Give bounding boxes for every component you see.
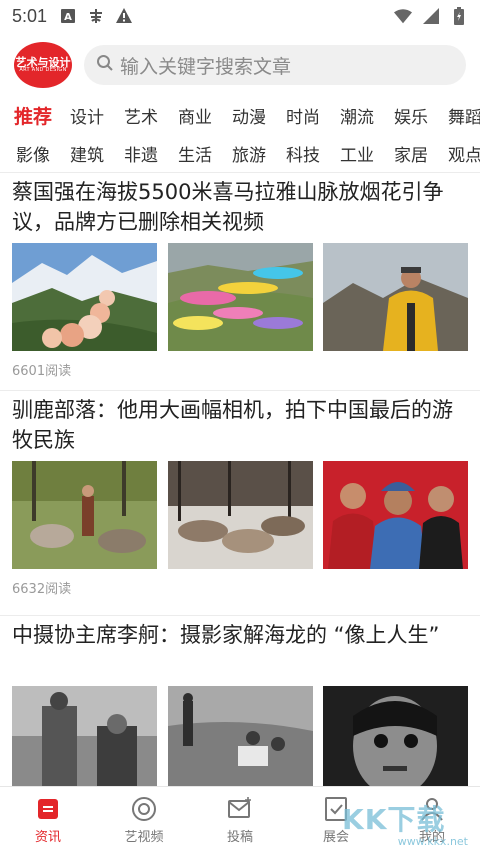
article-image[interactable] bbox=[12, 243, 157, 351]
category-tab-architecture[interactable]: 建筑 bbox=[60, 141, 114, 166]
article-thumbnails bbox=[12, 686, 468, 794]
status-bar: 5:01 A bbox=[0, 0, 480, 32]
nav-label: 展会 bbox=[322, 829, 349, 845]
category-row-1: 推荐 设计 艺术 商业 动漫 时尚 潮流 娱乐 舞蹈 bbox=[0, 100, 480, 130]
nav-tab-news[interactable]: 资讯 bbox=[0, 787, 96, 853]
submit-icon bbox=[227, 796, 253, 822]
category-tab-life[interactable]: 生活 bbox=[168, 141, 222, 166]
news-icon bbox=[35, 796, 61, 822]
category-tab-dance[interactable]: 舞蹈 bbox=[438, 103, 480, 128]
category-tab-opinion[interactable]: 观点 bbox=[438, 141, 480, 166]
profile-icon bbox=[419, 796, 445, 822]
cell-signal-icon bbox=[422, 7, 440, 25]
article-image[interactable] bbox=[323, 243, 468, 351]
article-image[interactable] bbox=[12, 461, 157, 569]
nav-tab-video[interactable]: 艺视频 bbox=[96, 787, 192, 853]
app-logo[interactable]: 艺术与设计 ART AND DESIGN bbox=[14, 42, 72, 88]
read-count: 6632阅读 bbox=[12, 582, 72, 597]
bottom-nav: 资讯 艺视频 投稿 展会 我的 bbox=[0, 786, 480, 853]
a-box-icon: A bbox=[59, 7, 77, 25]
nav-label: 我的 bbox=[418, 829, 445, 845]
category-tab-travel[interactable]: 旅游 bbox=[222, 141, 276, 166]
nav-label: 投稿 bbox=[226, 829, 253, 845]
app-header: 艺术与设计 ART AND DESIGN 输入关键字搜索文章 bbox=[0, 40, 480, 90]
vpn-key-icon bbox=[87, 7, 105, 25]
nav-label: 艺视频 bbox=[124, 829, 164, 845]
category-tab-home[interactable]: 家居 bbox=[384, 141, 438, 166]
exhibition-icon bbox=[323, 796, 349, 822]
category-tab-art[interactable]: 艺术 bbox=[114, 103, 168, 128]
article-image[interactable] bbox=[167, 243, 313, 351]
svg-text:A: A bbox=[64, 12, 72, 23]
category-tab-design[interactable]: 设计 bbox=[60, 103, 114, 128]
category-tab-anime[interactable]: 动漫 bbox=[222, 103, 276, 128]
category-tab-entertainment[interactable]: 娱乐 bbox=[384, 103, 438, 128]
article-feed: 蔡国强在海拔5500米喜马拉雅山脉放烟花引争议，品牌方已删除相关视频 6601阅… bbox=[0, 172, 480, 833]
read-count: 6601阅读 bbox=[12, 364, 72, 379]
category-tab-business[interactable]: 商业 bbox=[168, 103, 222, 128]
nav-label: 资讯 bbox=[34, 829, 61, 845]
wifi-icon bbox=[394, 7, 412, 25]
article-image[interactable] bbox=[167, 461, 313, 569]
article-card[interactable]: 蔡国强在海拔5500米喜马拉雅山脉放烟花引争议，品牌方已删除相关视频 6601阅… bbox=[0, 173, 480, 390]
category-tab-industry[interactable]: 工业 bbox=[330, 141, 384, 166]
article-image[interactable] bbox=[12, 686, 157, 794]
search-icon bbox=[96, 54, 114, 76]
nav-tab-exhibition[interactable]: 展会 bbox=[288, 787, 384, 853]
nav-tab-submit[interactable]: 投稿 bbox=[192, 787, 288, 853]
category-tab-trend[interactable]: 潮流 bbox=[330, 103, 384, 128]
search-placeholder: 输入关键字搜索文章 bbox=[120, 55, 292, 78]
article-image[interactable] bbox=[167, 686, 313, 794]
category-tab-tech[interactable]: 科技 bbox=[276, 141, 330, 166]
search-input[interactable]: 输入关键字搜索文章 bbox=[84, 45, 466, 85]
status-time: 5:01 bbox=[12, 5, 48, 26]
warning-icon bbox=[115, 7, 133, 25]
article-card[interactable]: 驯鹿部落：他用大画幅相机，拍下中国最后的游牧民族 6632阅读 bbox=[0, 391, 480, 615]
article-title[interactable]: 中摄协主席李舸：摄影家解海龙的 “像上人生” bbox=[12, 616, 468, 686]
category-row-2: 影像 建筑 非遗 生活 旅游 科技 工业 家居 观点 bbox=[0, 138, 480, 168]
article-title[interactable]: 蔡国强在海拔5500米喜马拉雅山脉放烟花引争议，品牌方已删除相关视频 bbox=[12, 173, 468, 243]
article-thumbnails bbox=[12, 461, 468, 569]
logo-subtext: ART AND DESIGN bbox=[19, 67, 67, 74]
article-image[interactable] bbox=[323, 686, 468, 794]
category-tab-heritage[interactable]: 非遗 bbox=[114, 141, 168, 166]
category-tab-fashion[interactable]: 时尚 bbox=[276, 103, 330, 128]
video-icon bbox=[131, 796, 157, 822]
article-title[interactable]: 驯鹿部落：他用大画幅相机，拍下中国最后的游牧民族 bbox=[12, 391, 468, 461]
category-tab-recommend[interactable]: 推荐 bbox=[6, 102, 60, 129]
battery-icon bbox=[450, 7, 468, 25]
article-image[interactable] bbox=[323, 461, 468, 569]
category-tab-photography[interactable]: 影像 bbox=[6, 141, 60, 166]
nav-tab-profile[interactable]: 我的 bbox=[384, 787, 480, 853]
article-thumbnails bbox=[12, 243, 468, 351]
